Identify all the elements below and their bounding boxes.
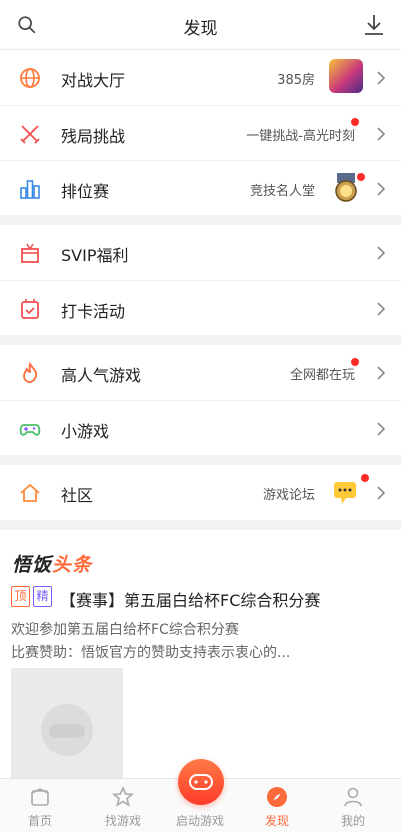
tab-label: 找游戏 (104, 814, 141, 828)
news-brand: 悟饭头条 (12, 550, 92, 577)
menu-item-label: 小游戏 (61, 422, 110, 441)
menu-item-ranked[interactable]: 排位赛 竞技名人堂 (0, 160, 401, 215)
tab-label: 我的 (340, 814, 365, 828)
chevron-right-icon (377, 486, 386, 500)
page-title: 发现 (183, 19, 218, 39)
notification-dot (357, 173, 365, 181)
avatar-placeholder-icon (41, 704, 93, 756)
tab-discover[interactable]: 发现 (237, 779, 317, 832)
menu-item-sub: 全网都在玩 (289, 368, 355, 383)
news-brand-a: 悟饭 (12, 554, 53, 576)
menu-item-sub: 一键挑战-高光时刻 (246, 129, 355, 144)
menu-item-label: 残局挑战 (61, 127, 126, 146)
compass-icon (267, 787, 287, 807)
chevron-right-icon (377, 246, 386, 260)
gamepad-icon (19, 424, 41, 436)
menu-item-svip[interactable]: SVIP福利 (0, 225, 401, 280)
news-brand-b: 头条 (52, 554, 93, 576)
tab-find-games[interactable]: 找游戏 (83, 779, 163, 832)
news-feed: 悟饭头条 顶 精 【赛事】第五届白给杯FC综合积分赛 欢迎参加第五届白给杯FC综… (0, 530, 401, 778)
news-description: 欢迎参加第五届白给杯FC综合积分赛 (11, 622, 239, 638)
calendar-check-icon (21, 299, 39, 319)
notification-dot (351, 118, 359, 126)
menu-item-label: 排位赛 (61, 182, 110, 201)
tab-label: 启动游戏 (175, 814, 224, 828)
menu-item-sub: 竞技名人堂 (249, 184, 315, 199)
crossed-swords-icon (20, 125, 40, 144)
menu-item-label: 对战大厅 (61, 71, 126, 90)
home-icon (20, 483, 40, 502)
chevron-right-icon (377, 302, 386, 316)
chevron-right-icon (377, 182, 386, 196)
news-description-2: 比赛赞助：悟饭官方的赞助支持表示衷心的... (11, 645, 291, 661)
launch-game-icon (189, 774, 213, 790)
group-community: 社区 游戏论坛 (0, 465, 401, 520)
game-thumbnail (329, 59, 363, 93)
tab-me[interactable]: 我的 (313, 779, 393, 832)
bar-chart-icon (20, 180, 40, 199)
news-image[interactable] (11, 668, 123, 778)
menu-item-endgame-challenge[interactable]: 残局挑战 一键挑战-高光时刻 (0, 105, 401, 160)
group-games: 高人气游戏 全网都在玩 小游戏 (0, 345, 401, 455)
globe-icon (20, 68, 40, 88)
group-battle: 对战大厅 385房 残局挑战 一键挑战-高光时刻 排位赛 竞技名人堂 (0, 50, 401, 215)
notification-dot (351, 358, 359, 366)
menu-item-community[interactable]: 社区 游戏论坛 (0, 465, 401, 520)
gift-icon (21, 243, 39, 263)
star-icon (111, 785, 135, 807)
menu-item-checkin[interactable]: 打卡活动 (0, 280, 401, 335)
menu-item-mini-games[interactable]: 小游戏 (0, 400, 401, 455)
chat-bubble-icon (334, 482, 356, 504)
chevron-right-icon (377, 422, 386, 436)
top-bar: 发现 (0, 0, 401, 50)
tag-featured: 精 (33, 586, 52, 607)
menu-item-label: 打卡活动 (61, 302, 126, 321)
menu-item-label: 高人气游戏 (61, 366, 142, 385)
notification-dot (361, 474, 369, 482)
tab-label: 首页 (27, 814, 52, 828)
launch-game-button[interactable] (178, 759, 224, 805)
chevron-right-icon (377, 127, 386, 141)
group-benefits: SVIP福利 打卡活动 (0, 225, 401, 335)
menu-item-popular-games[interactable]: 高人气游戏 全网都在玩 (0, 345, 401, 400)
menu-item-battle-hall[interactable]: 对战大厅 385房 (0, 50, 401, 105)
tab-label: 发现 (264, 814, 289, 828)
user-icon (344, 787, 362, 807)
chevron-right-icon (377, 71, 386, 85)
menu-item-label: SVIP福利 (61, 246, 129, 265)
download-icon[interactable] (361, 12, 387, 38)
news-headline[interactable]: 【赛事】第五届白给杯FC综合积分赛 (60, 587, 320, 611)
home-tab-icon (31, 788, 49, 806)
menu-item-sub: 385房 (277, 73, 315, 88)
tag-pinned: 顶 (11, 586, 30, 607)
tab-home[interactable]: 首页 (0, 779, 80, 832)
chevron-right-icon (377, 366, 386, 380)
menu-item-label: 社区 (61, 486, 94, 505)
flame-icon (23, 361, 38, 383)
menu-item-sub: 游戏论坛 (262, 488, 315, 503)
